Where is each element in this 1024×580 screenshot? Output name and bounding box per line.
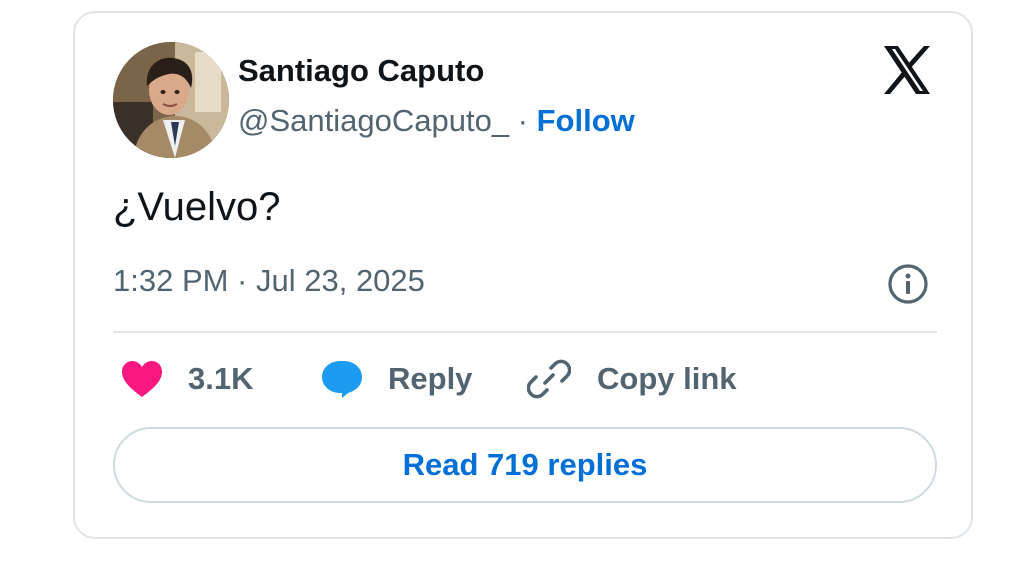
follow-button[interactable]: Follow — [537, 103, 635, 138]
read-replies-button[interactable]: Read 719 replies — [113, 427, 937, 503]
link-icon — [526, 357, 572, 401]
like-button[interactable]: 3.1K — [120, 357, 253, 401]
copy-link-label: Copy link — [597, 361, 737, 396]
info-icon[interactable] — [887, 263, 929, 305]
reply-label: Reply — [388, 361, 473, 396]
reply-button[interactable]: Reply — [320, 357, 472, 401]
author-handle-line: @SantiagoCaputo_ · Follow — [238, 103, 635, 139]
tweet-timestamp[interactable]: 1:32 PM · Jul 23, 2025 — [113, 263, 425, 299]
divider — [113, 331, 937, 333]
like-count: 3.1K — [188, 361, 254, 396]
tweet-card: Santiago Caputo @SantiagoCaputo_ · Follo… — [73, 11, 973, 539]
x-logo-icon[interactable] — [881, 44, 933, 96]
separator-dot: · — [509, 103, 537, 138]
heart-icon — [120, 359, 164, 399]
avatar[interactable] — [113, 42, 229, 158]
copy-link-button[interactable]: Copy link — [526, 357, 737, 401]
tweet-text: ¿Vuelvo? — [113, 185, 281, 229]
speech-bubble-icon — [320, 358, 364, 400]
author-handle[interactable]: @SantiagoCaputo_ — [238, 103, 509, 138]
author-name[interactable]: Santiago Caputo — [238, 53, 484, 89]
